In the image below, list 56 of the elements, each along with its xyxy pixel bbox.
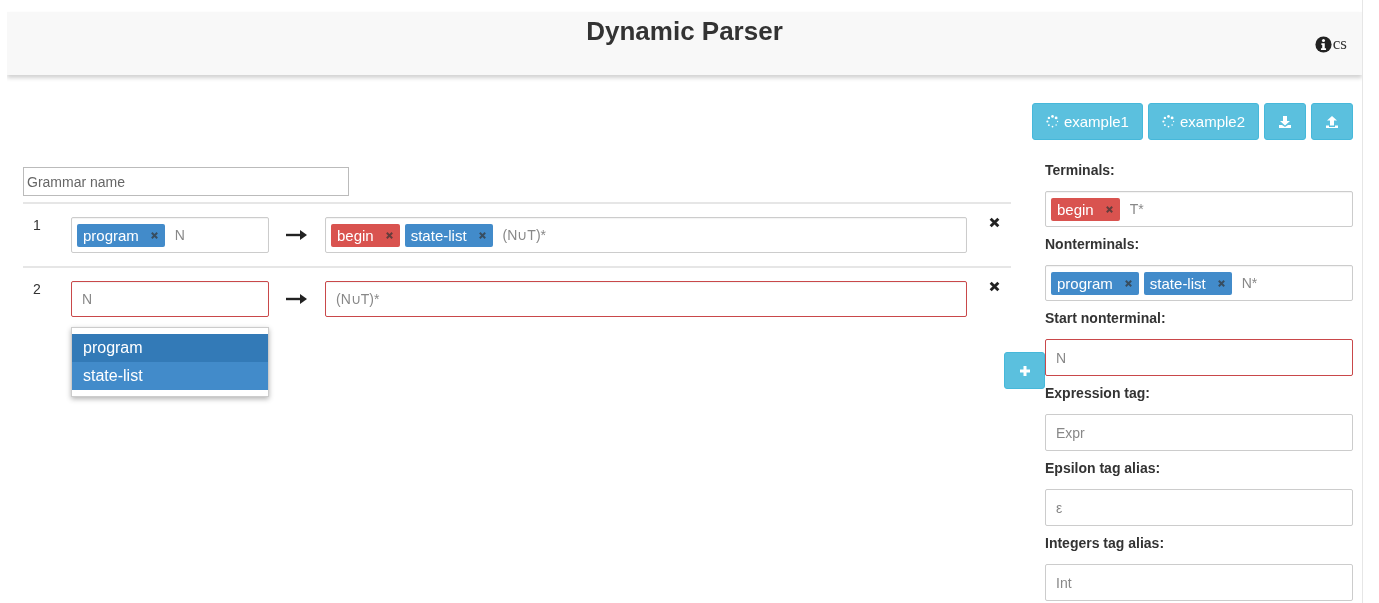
spinner-icon bbox=[1045, 115, 1059, 128]
tag: state-list bbox=[404, 223, 493, 247]
field-label: Terminals: bbox=[1045, 162, 1116, 178]
rhs-field[interactable]: begin state-list (N∪T)* bbox=[325, 217, 967, 253]
rhs-field[interactable]: (N∪T)* bbox=[325, 281, 967, 317]
lhs-field[interactable]: program N bbox=[71, 217, 269, 253]
field-label: Epsilon tag alias: bbox=[1045, 460, 1162, 476]
arrow-icon bbox=[286, 229, 308, 241]
add-rule-button[interactable] bbox=[1004, 352, 1045, 389]
remove-icon[interactable] bbox=[1123, 278, 1133, 288]
remove-icon[interactable] bbox=[149, 230, 159, 240]
tag: begin bbox=[1051, 197, 1120, 221]
example-button[interactable]: example2 bbox=[1147, 103, 1259, 140]
remove-icon[interactable] bbox=[1216, 278, 1226, 288]
remove-icon[interactable] bbox=[477, 230, 487, 240]
app-title: Dynamic Parser bbox=[586, 16, 783, 47]
download-icon bbox=[1278, 114, 1292, 129]
tag: program bbox=[1051, 271, 1139, 295]
spinner-icon bbox=[1161, 115, 1175, 128]
text-input[interactable]: N bbox=[169, 226, 263, 244]
field-label: Nonterminals: bbox=[1045, 236, 1141, 252]
remove-icon[interactable] bbox=[1104, 204, 1114, 214]
text-field[interactable]: N bbox=[1045, 339, 1353, 376]
delete-icon[interactable] bbox=[989, 217, 1000, 228]
field-label: Start nonterminal: bbox=[1045, 310, 1167, 326]
example-button[interactable]: example1 bbox=[1031, 103, 1143, 140]
lhs-field[interactable]: N bbox=[71, 281, 269, 317]
rule-number: 1 bbox=[32, 217, 42, 233]
text-field[interactable]: ε bbox=[1045, 489, 1353, 526]
delete-icon[interactable] bbox=[989, 281, 1000, 292]
info-icon[interactable] bbox=[1314, 35, 1332, 53]
suggestion-item[interactable]: state-list bbox=[72, 362, 268, 390]
suggestion-item[interactable]: program bbox=[72, 334, 268, 362]
tag: state-list bbox=[1143, 271, 1232, 295]
text-input[interactable]: (N∪T)* bbox=[331, 290, 961, 308]
tag-input-field[interactable]: program state-list N* bbox=[1045, 265, 1353, 301]
grammar-name-field[interactable]: Grammar name bbox=[23, 167, 349, 196]
rule-number: 2 bbox=[32, 281, 42, 297]
remove-icon[interactable] bbox=[384, 230, 394, 240]
text-input[interactable]: N bbox=[77, 290, 263, 308]
language-label[interactable]: cs bbox=[1332, 34, 1347, 54]
field-label: Integers tag alias: bbox=[1045, 535, 1166, 551]
upload-icon bbox=[1325, 114, 1339, 129]
upload-button[interactable] bbox=[1311, 103, 1353, 140]
field-label: Expression tag: bbox=[1045, 385, 1152, 401]
text-input[interactable]: N* bbox=[1236, 274, 1347, 292]
text-field[interactable]: Expr bbox=[1045, 414, 1353, 451]
download-button[interactable] bbox=[1264, 103, 1306, 140]
text-input[interactable]: (N∪T)* bbox=[497, 226, 961, 244]
tag: begin bbox=[331, 223, 400, 247]
plus-icon bbox=[1018, 364, 1031, 377]
text-field[interactable]: Int bbox=[1045, 564, 1353, 601]
tag: program bbox=[77, 223, 165, 247]
text-input[interactable]: T* bbox=[1124, 200, 1347, 218]
tag-input-field[interactable]: begin T* bbox=[1045, 191, 1353, 227]
arrow-icon bbox=[286, 293, 308, 305]
